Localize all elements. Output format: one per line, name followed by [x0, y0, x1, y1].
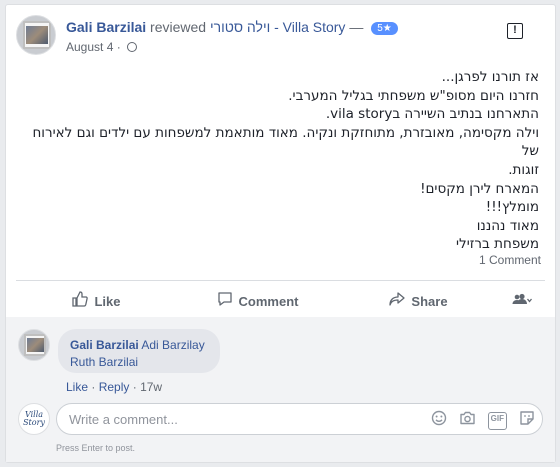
review-line: המארח לירן מקסים!	[420, 180, 539, 197]
globe-icon	[127, 42, 138, 52]
comment-meta: Like · Reply · 17w	[66, 380, 162, 394]
sticker-icon[interactable]	[519, 410, 535, 430]
comment-timestamp[interactable]: 17w	[140, 380, 162, 394]
audience-selector[interactable]	[499, 285, 545, 317]
tagged-user-link[interactable]: Adi Barzilay	[141, 338, 204, 352]
villa-story-logo: Villa Story	[18, 403, 50, 435]
comment-label: Comment	[238, 293, 299, 309]
comment-placeholder: Write a comment...	[69, 411, 178, 427]
reviewer-name-link[interactable]: Gali Barzilai	[66, 19, 146, 35]
review-line: משפחת ברזילי	[456, 236, 539, 253]
review-line: וילה מקסימה, מאובזרת, מתוחזקת ונקיה. מאו…	[32, 124, 539, 160]
action-bar: Like Comment Share	[16, 285, 545, 317]
post-header: Gali Barzilai reviewed וילה סטורי - Vill…	[16, 15, 545, 65]
review-line: חזרנו היום מסופ"ש משפחתי בגליל המערבי.	[288, 87, 539, 104]
review-text: אז תורנו לפרגן... חזרנו היום מסופ"ש משפח…	[24, 68, 539, 254]
divider	[16, 280, 545, 281]
share-icon	[389, 291, 406, 311]
like-button[interactable]: Like	[16, 285, 177, 317]
camera-icon[interactable]	[459, 410, 476, 430]
like-label: Like	[94, 293, 121, 309]
review-line: התארחנו בנתיב השיירה בvila story.	[325, 106, 539, 123]
rating-badge: 5★	[371, 22, 398, 35]
comment-composer: Villa Story Write a comment... GIF	[18, 403, 543, 437]
commenter-name-link[interactable]: Gali Barzilai	[70, 338, 139, 352]
review-line: אז תורנו לפרגן...	[441, 69, 539, 85]
comment-like-link[interactable]: Like	[66, 380, 88, 394]
dash-separator: —	[349, 19, 364, 35]
people-icon	[512, 293, 533, 310]
emoji-icon[interactable]	[431, 410, 447, 430]
review-line: מאוד נהננו	[476, 217, 539, 234]
reviewer-avatar[interactable]	[16, 15, 56, 55]
review-line: מומלץ!!!	[485, 199, 539, 216]
commenter-avatar[interactable]	[18, 329, 50, 361]
gif-icon[interactable]: GIF	[487, 412, 507, 430]
share-label: Share	[411, 293, 448, 309]
thumbs-up-icon	[72, 291, 89, 311]
page-name-link[interactable]: וילה סטורי - Villa Story	[210, 19, 345, 35]
composer-tools: GIF	[431, 410, 535, 430]
post-date-link[interactable]: August 4 ·	[66, 40, 121, 54]
comment-count-link[interactable]: 1 Comment	[479, 253, 541, 267]
comment-bubble: Gali Barzilai Adi Barzilay Ruth Barzilai	[58, 329, 220, 373]
review-post-card: Gali Barzilai reviewed וילה סטורי - Vill…	[5, 4, 556, 463]
meta-separator: ·	[132, 380, 137, 394]
comment-button[interactable]: Comment	[177, 285, 338, 317]
review-line: זוגות.	[508, 161, 539, 178]
comment-icon	[217, 291, 233, 311]
press-enter-hint: Press Enter to post.	[56, 443, 136, 453]
post-header-text: Gali Barzilai reviewed וילה סטורי - Vill…	[66, 19, 505, 54]
tagged-user-link[interactable]: Ruth Barzilai	[70, 355, 138, 369]
meta-separator: ·	[91, 380, 96, 394]
share-button[interactable]: Share	[338, 285, 499, 317]
report-icon[interactable]: !	[507, 23, 523, 39]
comment-reply-link[interactable]: Reply	[99, 380, 130, 394]
reviewed-label: reviewed	[150, 19, 207, 35]
comments-section: Gali Barzilai Adi Barzilay Ruth Barzilai…	[6, 317, 555, 462]
